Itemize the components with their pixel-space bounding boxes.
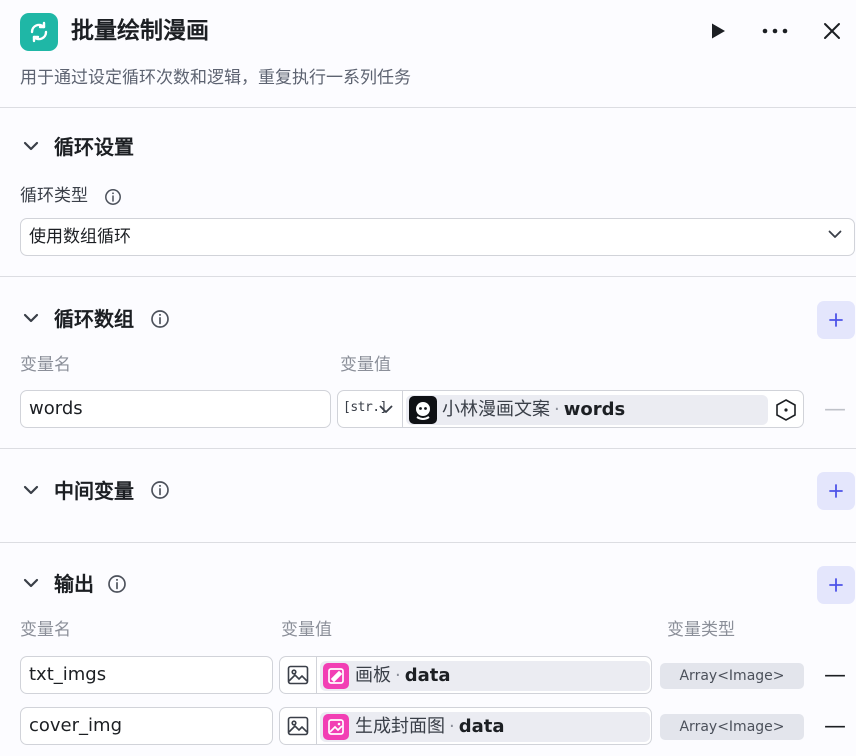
loop-array-collapse-toggle[interactable] — [21, 308, 41, 328]
intermediate-vars-title: 中间变量 — [54, 479, 134, 503]
more-icon — [762, 28, 788, 34]
output-collapse-toggle[interactable] — [21, 573, 41, 593]
node-title: 批量绘制漫画 — [71, 18, 209, 44]
loop-array-title: 循环数组 — [54, 307, 134, 331]
intermediate-vars-collapse-toggle[interactable] — [21, 480, 41, 500]
chevron-down-icon — [379, 405, 393, 413]
variable-reference-tag[interactable]: 画板 · data — [320, 661, 650, 691]
chevron-down-icon — [23, 141, 39, 151]
variable-reference-tag[interactable]: 小林漫画文案 · words — [406, 395, 768, 425]
output-var-name-input[interactable]: txt_imgs — [20, 656, 273, 694]
divider — [0, 107, 856, 108]
source-node-name: 画板 — [355, 665, 391, 686]
output-var-value-field[interactable]: 画板 · data — [279, 656, 652, 694]
var-type-select[interactable]: [str.] — [338, 391, 403, 427]
separator-dot: · — [554, 399, 560, 420]
output-var-type-badge: Array<Image> — [660, 663, 804, 689]
loop-type-select[interactable]: 使用数组循环 — [20, 218, 855, 256]
image-icon — [287, 716, 309, 736]
info-icon[interactable] — [104, 188, 122, 206]
separator-dot: · — [395, 665, 401, 686]
canvas-node-icon — [323, 663, 349, 689]
variable-reference-button[interactable] — [774, 398, 798, 422]
node-description: 用于通过设定循环次数和逻辑，重复执行一系列任务 — [20, 68, 411, 88]
divider — [0, 542, 856, 543]
column-header-var-name: 变量名 — [20, 620, 71, 640]
remove-loop-var-button[interactable]: — — [823, 398, 847, 422]
info-icon[interactable] — [150, 480, 170, 500]
output-title: 输出 — [54, 572, 94, 596]
plus-icon — [829, 578, 843, 592]
source-field-name: words — [563, 399, 626, 420]
remove-output-button[interactable]: — — [823, 664, 847, 688]
info-icon[interactable] — [150, 309, 170, 329]
chevron-down-icon — [23, 485, 39, 495]
close-button[interactable] — [815, 14, 849, 48]
run-button[interactable] — [701, 14, 735, 48]
source-node-name: 小林漫画文案 — [442, 399, 550, 420]
bot-avatar-icon — [409, 396, 437, 424]
loop-var-name-input[interactable]: words — [20, 390, 331, 428]
chevron-down-icon — [23, 578, 39, 588]
add-intermediate-var-button[interactable] — [817, 472, 855, 510]
output-var-name-value: txt_imgs — [29, 664, 107, 685]
chevron-down-icon — [23, 313, 39, 323]
play-icon — [712, 23, 725, 39]
more-button[interactable] — [758, 14, 792, 48]
source-field-name: data — [404, 665, 451, 686]
output-var-name-value: cover_img — [29, 715, 122, 736]
divider — [0, 448, 856, 449]
remove-output-button[interactable]: — — [823, 715, 847, 739]
image-icon — [287, 665, 309, 685]
output-var-value-field[interactable]: 生成封面图 · data — [279, 707, 652, 745]
loop-type-value: 使用数组循环 — [29, 227, 131, 247]
add-output-button[interactable] — [817, 566, 855, 604]
add-loop-array-button[interactable] — [817, 301, 855, 339]
loop-node-icon — [20, 13, 58, 51]
close-icon — [824, 23, 840, 39]
loop-settings-collapse-toggle[interactable] — [21, 136, 41, 156]
loop-var-name-value: words — [29, 398, 83, 419]
column-header-var-value: 变量值 — [281, 620, 332, 640]
hexagon-variable-icon — [776, 399, 796, 421]
column-header-var-value: 变量值 — [340, 355, 391, 375]
output-var-name-input[interactable]: cover_img — [20, 707, 273, 745]
column-header-var-name: 变量名 — [20, 355, 71, 375]
separator-dot: · — [449, 716, 455, 737]
info-icon[interactable] — [107, 574, 127, 594]
chevron-down-icon — [828, 230, 842, 238]
image-generation-node-icon — [323, 714, 349, 740]
output-var-type-badge: Array<Image> — [660, 714, 804, 740]
loop-var-value-field[interactable]: [str.] 小林漫画文案 · words — [337, 390, 804, 428]
plus-icon — [829, 313, 843, 327]
column-header-var-type: 变量类型 — [667, 620, 735, 640]
plus-icon — [829, 484, 843, 498]
loop-settings-title: 循环设置 — [54, 135, 134, 159]
variable-reference-tag[interactable]: 生成封面图 · data — [320, 712, 650, 742]
source-field-name: data — [458, 716, 505, 737]
image-type-select[interactable] — [280, 708, 317, 744]
source-node-name: 生成封面图 — [355, 716, 445, 737]
divider — [0, 276, 856, 277]
loop-type-label: 循环类型 — [20, 186, 88, 206]
image-type-select[interactable] — [280, 657, 317, 693]
